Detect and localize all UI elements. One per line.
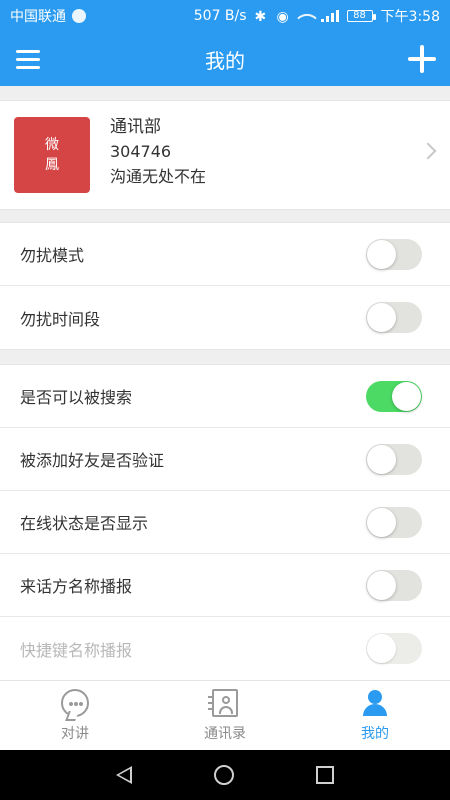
status-bar: 中国联通 507 B/s ✱ ◉ 88 下午3:58 — [0, 0, 450, 32]
tab-me[interactable]: 我的 — [300, 681, 450, 750]
toggle-knob — [367, 508, 396, 537]
avatar-char-2: 鳳 — [45, 157, 59, 173]
setting-row-caller-announce: 来话方名称播报 — [0, 554, 450, 617]
tab-intercom[interactable]: 对讲 — [0, 681, 150, 750]
status-right: 507 B/s ✱ ◉ 88 下午3:58 — [194, 6, 440, 26]
setting-row-online-status: 在线状态是否显示 — [0, 491, 450, 554]
toggle-knob — [367, 634, 396, 663]
chevron-right-icon — [419, 142, 437, 160]
profile-icon — [361, 689, 389, 717]
profile-slogan: 沟通无处不在 — [110, 167, 207, 186]
tab-label: 我的 — [361, 726, 389, 742]
setting-row-friend-verify: 被添加好友是否验证 — [0, 428, 450, 491]
caller-announce-toggle[interactable] — [366, 570, 422, 601]
setting-label: 被添加好友是否验证 — [20, 451, 165, 470]
profile-number: 304746 — [110, 142, 172, 161]
wifi-icon — [299, 9, 313, 23]
toggle-knob — [367, 445, 396, 474]
online-status-toggle[interactable] — [366, 507, 422, 538]
notification-icon — [72, 9, 86, 23]
setting-row-dnd-period: 勿扰时间段 — [0, 286, 450, 349]
avatar: 微 鳳 — [14, 117, 90, 193]
tab-contacts[interactable]: 通讯录 — [150, 681, 300, 750]
recent-apps-icon[interactable] — [316, 766, 334, 784]
avatar-text: 微 鳳 — [45, 135, 59, 175]
profile-card[interactable]: 微 鳳 通讯部 304746 沟通无处不在 — [0, 100, 450, 210]
toggle-knob — [367, 240, 396, 269]
settings-group-2: 是否可以被搜索 被添加好友是否验证 在线状态是否显示 来话方名称播报 快捷键名称… — [0, 364, 450, 681]
dnd-period-toggle[interactable] — [366, 302, 422, 333]
dnd-mode-toggle[interactable] — [366, 239, 422, 270]
clock: 下午3:58 — [380, 9, 440, 25]
setting-row-searchable: 是否可以被搜索 — [0, 365, 450, 428]
searchable-toggle[interactable] — [366, 381, 422, 412]
settings-group-1: 勿扰模式 勿扰时间段 — [0, 222, 450, 350]
setting-label: 快捷键名称播报 — [20, 640, 133, 660]
chat-bubble-icon — [61, 689, 89, 717]
tab-label: 通讯录 — [204, 726, 246, 742]
plus-icon[interactable] — [408, 45, 436, 73]
contacts-icon — [208, 689, 238, 717]
toggle-knob — [367, 303, 396, 332]
signal-icon — [320, 10, 339, 22]
profile-info: 通讯部 304746 沟通无处不在 — [110, 115, 206, 189]
back-icon[interactable] — [116, 766, 132, 784]
setting-label: 勿扰模式 — [20, 246, 85, 265]
status-left: 中国联通 — [10, 6, 86, 26]
toggle-knob — [367, 571, 396, 600]
shortcut-announce-toggle — [366, 633, 422, 664]
carrier-text: 中国联通 — [10, 9, 66, 25]
avatar-char-1: 微 — [45, 137, 59, 153]
system-nav-bar — [0, 750, 450, 800]
toggle-knob — [392, 382, 421, 411]
battery-level: 88 — [353, 10, 366, 21]
page-title: 我的 — [205, 48, 245, 73]
home-icon[interactable] — [214, 765, 234, 785]
eye-icon: ◉ — [276, 9, 289, 25]
setting-label: 来话方名称播报 — [20, 577, 133, 596]
hamburger-menu-icon[interactable] — [16, 48, 40, 70]
profile-name: 通讯部 — [110, 117, 161, 137]
battery-icon: 88 — [346, 10, 376, 22]
setting-label: 在线状态是否显示 — [20, 514, 149, 533]
app-bar: 我的 — [0, 32, 450, 86]
friend-verify-toggle[interactable] — [366, 444, 422, 475]
bluetooth-icon: ✱ — [254, 9, 267, 25]
setting-label: 勿扰时间段 — [20, 309, 101, 329]
tab-label: 对讲 — [61, 726, 89, 742]
main-content: 微 鳳 通讯部 304746 沟通无处不在 勿扰模式 勿扰时间段 是否可以被搜索… — [0, 86, 450, 681]
network-speed: 507 B/s — [193, 8, 247, 24]
setting-label: 是否可以被搜索 — [20, 388, 133, 407]
bottom-tab-bar: 对讲 通讯录 我的 — [0, 680, 450, 750]
setting-row-dnd-mode: 勿扰模式 — [0, 223, 450, 286]
setting-row-shortcut-announce: 快捷键名称播报 — [0, 617, 450, 680]
